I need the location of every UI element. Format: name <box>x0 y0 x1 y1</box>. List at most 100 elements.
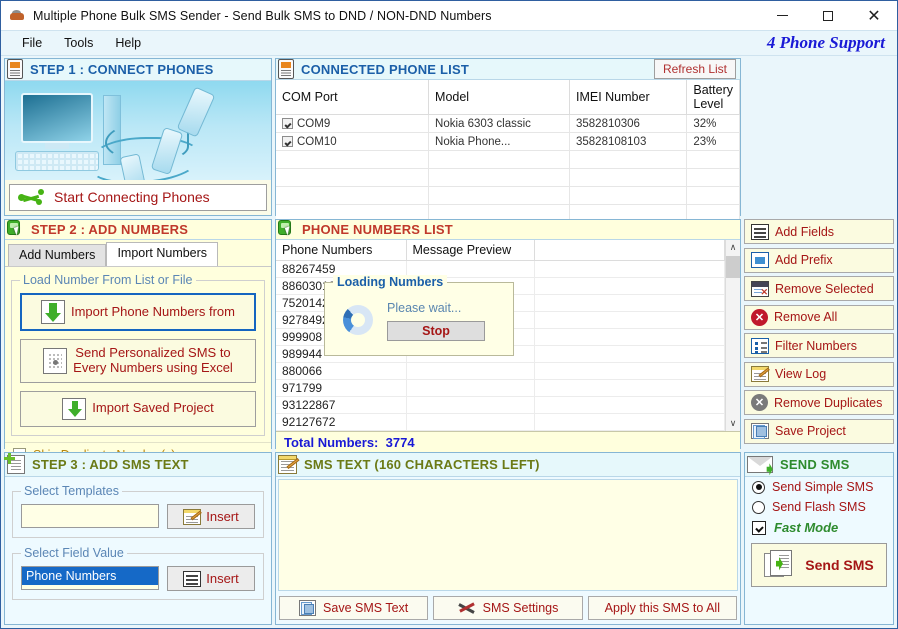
com-port-value: COM9 <box>297 117 331 130</box>
add-fields-label: Add Fields <box>775 224 835 239</box>
step1-panel: STEP 1 : CONNECT PHONES Start Connecting… <box>4 58 272 216</box>
import-project-icon <box>62 397 87 420</box>
loading-numbers-dialog: Loading Numbers Please wait... Stop <box>324 275 514 356</box>
col-com-port: COM Port <box>276 80 430 115</box>
title-bar: Multiple Phone Bulk SMS Sender - Send Bu… <box>1 1 897 31</box>
total-numbers-label: Total Numbers: <box>284 435 379 450</box>
menu-file[interactable]: File <box>11 34 53 52</box>
scroll-down-arrow-icon[interactable]: ∨ <box>726 416 740 431</box>
sms-settings-button[interactable]: SMS Settings <box>433 596 583 620</box>
middle-column: CONNECTED PHONE LIST Refresh List COM Po… <box>275 58 741 625</box>
select-field-value-legend: Select Field Value <box>24 546 124 560</box>
cell-com-port[interactable]: COM9 <box>276 114 430 133</box>
add-prefix-label: Add Prefix <box>775 253 833 267</box>
apply-sms-to-all-label: Apply this SMS to All <box>604 601 720 615</box>
remove-selected-label: Remove Selected <box>775 281 874 296</box>
total-numbers-bar: Total Numbers: 3774 <box>276 431 740 453</box>
fast-mode-label: Fast Mode <box>774 520 839 535</box>
connected-phone-list-title: CONNECTED PHONE LIST <box>301 61 469 77</box>
start-connecting-phones-button[interactable]: Start Connecting Phones <box>9 183 267 211</box>
remove-all-button[interactable]: ✕ Remove All <box>744 304 894 330</box>
main-content: STEP 1 : CONNECT PHONES Start Connecting… <box>1 56 897 628</box>
insert-field-button[interactable]: Insert <box>167 566 255 591</box>
table-row[interactable]: COM9 Nokia 6303 classic 3582810306 32% <box>276 114 740 133</box>
scroll-up-arrow-icon[interactable]: ∧ <box>726 240 740 255</box>
send-flash-sms-option[interactable]: Send Flash SMS <box>745 497 893 517</box>
row-checkbox[interactable] <box>282 135 293 147</box>
close-button[interactable]: ✕ <box>851 1 897 31</box>
add-prefix-button[interactable]: Add Prefix <box>744 247 894 273</box>
menu-help[interactable]: Help <box>104 34 152 52</box>
phone-numbers-grid-wrap: Phone Numbers Message Preview 88267459 8… <box>276 240 740 431</box>
send-sms-header: ➧ SEND SMS <box>745 453 893 477</box>
green-phone-cursor-icon <box>278 220 295 239</box>
save-sms-text-button[interactable]: Save SMS Text <box>279 596 429 620</box>
insert-field-label: Insert <box>206 571 239 586</box>
import-saved-project-label: Import Saved Project <box>92 400 214 416</box>
col-imei: IMEI Number <box>569 80 688 115</box>
filter-numbers-button[interactable]: Filter Numbers <box>744 333 894 358</box>
remove-duplicates-button[interactable]: ✕ Remove Duplicates <box>744 390 894 415</box>
window-controls: ✕ <box>759 1 897 31</box>
step2-header: STEP 2 : ADD NUMBERS <box>5 220 271 240</box>
insert-template-button[interactable]: Insert <box>167 504 255 529</box>
remove-duplicates-icon: ✕ <box>751 394 768 411</box>
apply-sms-to-all-button[interactable]: Apply this SMS to All <box>587 596 737 620</box>
scrollbar-thumb[interactable] <box>726 256 740 278</box>
personalized-excel-button[interactable]: Send Personalized SMS to Every Numbers u… <box>20 339 256 383</box>
cell-model: Nokia Phone... <box>428 132 570 151</box>
filter-numbers-label: Filter Numbers <box>775 338 857 353</box>
refresh-list-button[interactable]: Refresh List <box>653 59 736 79</box>
stop-button[interactable]: Stop <box>387 321 485 341</box>
send-simple-sms-option[interactable]: Send Simple SMS <box>745 477 893 497</box>
send-document-icon: ➧ <box>764 550 796 580</box>
brand-label: 4 Phone Support <box>766 33 885 52</box>
fast-mode-checkbox[interactable] <box>752 520 766 535</box>
send-simple-sms-radio[interactable] <box>752 480 765 494</box>
maximize-button[interactable] <box>805 1 851 31</box>
save-project-icon <box>751 423 769 439</box>
send-flash-sms-label: Send Flash SMS <box>772 500 866 514</box>
sms-text-panel: SMS TEXT (160 CHARACTERS LEFT) Save SMS … <box>275 452 741 625</box>
filter-numbers-icon <box>751 337 769 354</box>
sms-text-textarea[interactable] <box>278 479 738 591</box>
table-header-row: Phone Numbers Message Preview <box>276 240 725 261</box>
save-project-button[interactable]: Save Project <box>744 418 894 444</box>
remove-selected-button[interactable]: Remove Selected <box>744 276 894 301</box>
sms-text-buttons: Save SMS Text SMS Settings Apply this SM… <box>276 593 740 624</box>
save-project-label: Save Project <box>775 424 846 438</box>
list-item[interactable]: 971799 <box>276 379 725 397</box>
connected-phone-table: COM Port Model IMEI Number Battery Level… <box>276 80 740 223</box>
view-log-button[interactable]: View Log <box>744 361 894 387</box>
mobile-phone-icon <box>278 59 294 79</box>
field-value-list[interactable]: Phone Numbers <box>21 566 159 590</box>
import-phone-numbers-button[interactable]: Import Phone Numbers from <box>20 293 256 331</box>
cell-com-port[interactable]: COM10 <box>276 132 430 151</box>
add-fields-icon <box>751 223 769 240</box>
import-saved-project-button[interactable]: Import Saved Project <box>20 390 256 427</box>
table-row[interactable]: COM10 Nokia Phone... 35828108103 23% <box>276 132 740 151</box>
connected-phone-list-panel: CONNECTED PHONE LIST Refresh List COM Po… <box>275 58 741 223</box>
minimize-button[interactable] <box>759 1 805 31</box>
list-item[interactable]: 880066 <box>276 362 725 380</box>
send-sms-button[interactable]: ➧ Send SMS <box>751 543 887 587</box>
step3-header: STEP 3 : ADD SMS TEXT <box>4 453 271 477</box>
row-checkbox[interactable] <box>282 117 293 129</box>
col-phone-numbers: Phone Numbers <box>276 240 407 261</box>
save-sms-icon <box>299 600 317 616</box>
tab-import-numbers[interactable]: Import Numbers <box>106 242 219 266</box>
right-column: Add Fields Add Prefix Remove Selected ✕ … <box>744 58 894 625</box>
field-value-selected-item[interactable]: Phone Numbers <box>22 567 158 585</box>
list-item[interactable]: 93122867 <box>276 396 725 414</box>
send-flash-sms-radio[interactable] <box>752 500 765 514</box>
add-prefix-icon <box>751 252 769 268</box>
list-item[interactable]: 92127672 <box>276 413 725 431</box>
fast-mode-row[interactable]: Fast Mode <box>745 517 893 538</box>
step2-title: STEP 2 : ADD NUMBERS <box>31 222 189 237</box>
send-simple-sms-label: Send Simple SMS <box>772 480 874 494</box>
add-fields-button[interactable]: Add Fields <box>744 219 894 244</box>
menu-tools[interactable]: Tools <box>53 34 104 52</box>
phone-numbers-scrollbar[interactable]: ∧ ∨ <box>725 240 740 431</box>
templates-input[interactable] <box>21 504 159 528</box>
tab-add-numbers[interactable]: Add Numbers <box>8 244 107 266</box>
